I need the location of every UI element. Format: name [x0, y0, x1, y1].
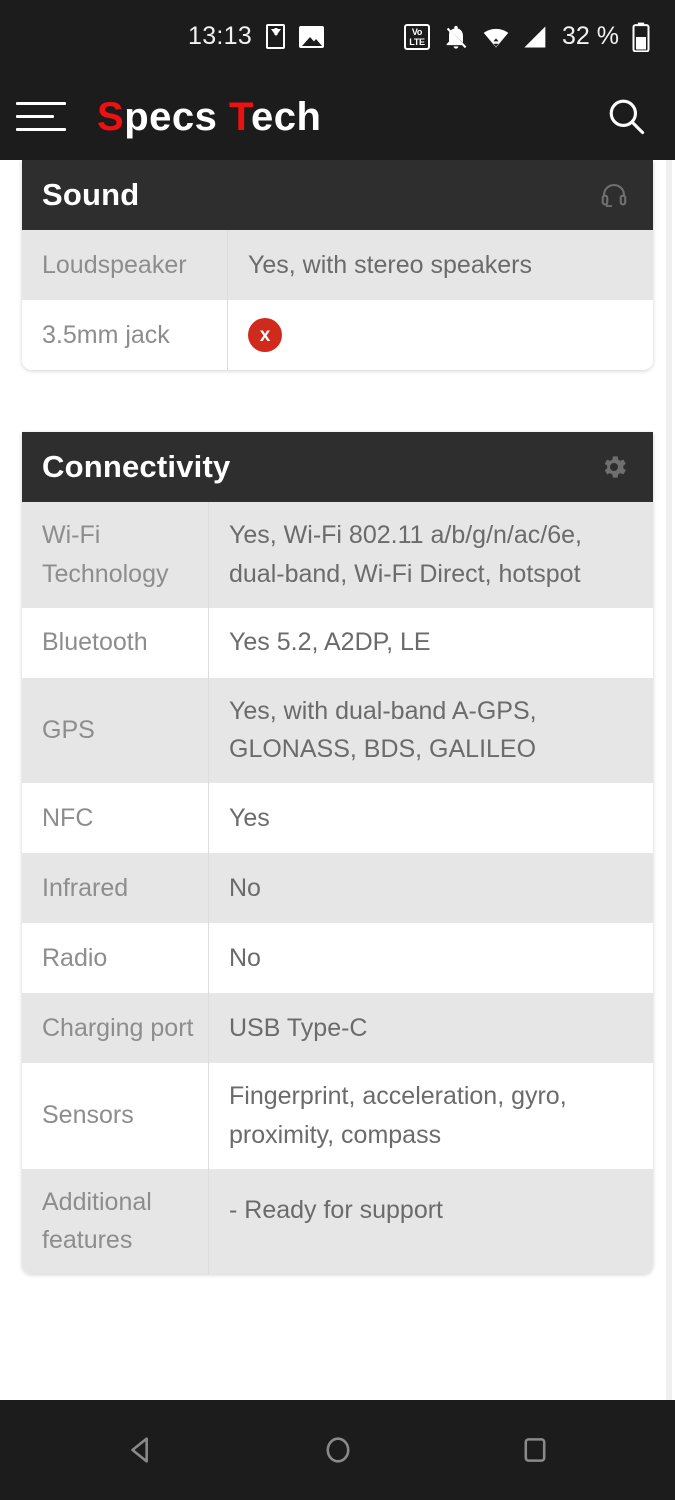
row-value: Yes: [208, 783, 653, 853]
table-row: Wi-Fi Technology Yes, Wi-Fi 802.11 a/b/g…: [22, 502, 653, 608]
phone-screen: 13:13 Vo LTE 32 % Specs Tech Sound Louds…: [0, 0, 675, 1500]
row-key: Sensors: [42, 1101, 134, 1130]
hamburger-menu-icon[interactable]: [16, 95, 66, 139]
section-header-sound: Sound: [22, 160, 653, 230]
row-key: 3.5mm jack: [42, 320, 170, 349]
logo-text-pecs: pecs: [124, 94, 229, 139]
download-icon: [266, 24, 286, 49]
status-bar-left-group: 13:13: [188, 0, 325, 73]
row-value: No: [208, 923, 653, 993]
section-header-connectivity: Connectivity: [22, 432, 653, 502]
battery-percent-label: 32 %: [562, 22, 619, 50]
logo-text-ech: ech: [250, 94, 322, 139]
row-value: Yes 5.2, A2DP, LE: [208, 607, 653, 678]
row-value: Yes, with dual-band A-GPS, GLONASS, BDS,…: [208, 677, 653, 783]
table-row: Radio No: [22, 923, 653, 993]
row-key: Bluetooth: [42, 628, 148, 657]
row-key: Wi-Fi Technology: [42, 521, 169, 588]
row-key: NFC: [42, 803, 94, 832]
recents-square-icon: [524, 1438, 545, 1462]
table-row: NFC Yes: [22, 783, 653, 853]
table-row: 3.5mm jack x: [22, 300, 653, 370]
unsupported-x-icon: x: [248, 318, 282, 352]
site-logo[interactable]: Specs Tech: [97, 97, 321, 137]
row-value: Yes, with stereo speakers: [227, 230, 653, 300]
row-value: No: [208, 853, 653, 923]
section-title: Connectivity: [42, 449, 231, 484]
table-row: Sensors Fingerprint, acceleration, gyro,…: [22, 1063, 653, 1169]
photo-icon: [299, 25, 325, 48]
table-row: Loudspeaker Yes, with stereo speakers: [22, 230, 653, 300]
status-bar: 13:13 Vo LTE 32 %: [0, 0, 675, 73]
cellular-signal-icon: [524, 26, 546, 47]
row-value: Yes, Wi-Fi 802.11 a/b/g/n/ac/6e, dual-ba…: [208, 502, 653, 608]
table-row: Additional features - Ready for support: [22, 1168, 653, 1274]
table-row: Bluetooth Yes 5.2, A2DP, LE: [22, 607, 653, 678]
back-triangle-icon: [130, 1437, 148, 1463]
volte-top-text: Vo: [411, 26, 423, 37]
logo-letter-s: S: [97, 94, 125, 139]
search-icon: [609, 99, 645, 134]
home-circle-icon: [326, 1437, 349, 1463]
gear-icon: [597, 450, 631, 484]
notifications-muted-icon: [446, 25, 467, 49]
search-button[interactable]: [601, 91, 653, 143]
home-button[interactable]: [308, 1420, 368, 1480]
row-key: GPS: [42, 715, 95, 744]
table-row: Charging port USB Type-C: [22, 993, 653, 1063]
table-row: Infrared No: [22, 853, 653, 923]
back-button[interactable]: [111, 1420, 171, 1480]
section-card-connectivity: Connectivity Wi-Fi Technology Yes, Wi-Fi…: [22, 432, 653, 1274]
logo-letter-t: T: [228, 94, 251, 139]
volte-icon: Vo LTE: [404, 23, 431, 50]
row-value: x: [227, 300, 653, 370]
row-value: Fingerprint, acceleration, gyro, proximi…: [208, 1063, 653, 1169]
hamburger-line-1: [16, 102, 66, 105]
section-card-sound: Sound Loudspeaker Yes, with stereo speak…: [22, 160, 653, 370]
row-value: USB Type-C: [208, 993, 653, 1063]
status-bar-right-group: Vo LTE 32 %: [404, 0, 651, 73]
hamburger-line-3: [16, 128, 66, 131]
page-content: Sound Loudspeaker Yes, with stereo speak…: [0, 160, 675, 1400]
recents-button[interactable]: [505, 1420, 565, 1480]
row-key: Loudspeaker: [42, 250, 187, 279]
wifi-icon: [483, 28, 509, 47]
table-row: GPS Yes, with dual-band A-GPS, GLONASS, …: [22, 677, 653, 783]
row-key: Radio: [42, 943, 108, 972]
app-bar: Specs Tech: [0, 73, 675, 160]
row-key: Infrared: [42, 873, 129, 902]
battery-icon: [632, 22, 650, 52]
row-key: Additional features: [42, 1187, 152, 1255]
headset-icon: [597, 178, 631, 212]
row-value: - Ready for support: [208, 1168, 653, 1274]
hamburger-line-2: [16, 115, 54, 118]
row-key: Charging port: [42, 1013, 194, 1042]
status-bar-clock: 13:13: [188, 22, 253, 50]
volte-bottom-text: LTE: [409, 36, 425, 47]
scrollbar-track[interactable]: [666, 160, 672, 1400]
section-title: Sound: [42, 177, 140, 212]
android-navigation-bar: [0, 1400, 675, 1500]
